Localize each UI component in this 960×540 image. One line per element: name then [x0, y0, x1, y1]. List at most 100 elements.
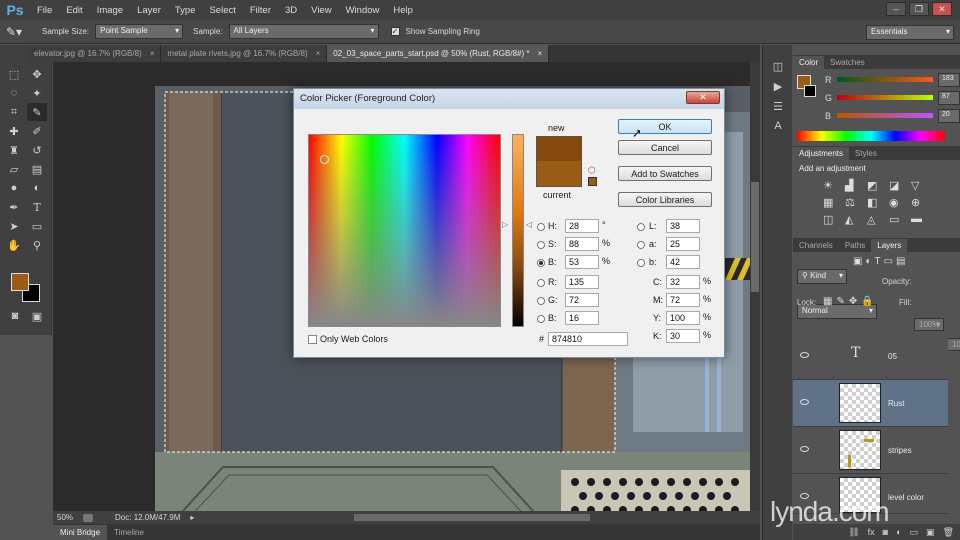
menu-window[interactable]: Window [339, 5, 387, 16]
layer-name[interactable]: stripes [888, 446, 912, 455]
marquee-tool-icon[interactable]: ⬚ [4, 65, 24, 83]
actions-panel-icon[interactable]: ▶ [768, 77, 788, 95]
eraser-tool-icon[interactable]: ▱ [4, 160, 24, 178]
hex-field[interactable]: 874810 [548, 332, 628, 346]
a-radio[interactable] [637, 241, 645, 249]
menu-image[interactable]: Image [90, 5, 130, 16]
h-field[interactable]: 28 [565, 219, 599, 233]
visibility-eye-icon[interactable] [800, 399, 809, 405]
curves-icon[interactable]: ◩ [867, 179, 885, 192]
slider-right-arrow-icon[interactable]: ◁ [526, 220, 532, 229]
only-web-colors-checkbox[interactable] [308, 335, 317, 344]
tab-space-parts[interactable]: 02_03_space_parts_start.psd @ 50% (Rust,… [327, 45, 550, 62]
photo-filter-icon[interactable]: ◉ [889, 196, 907, 209]
menu-select[interactable]: Select [202, 5, 242, 16]
slider-left-arrow-icon[interactable]: ▷ [502, 220, 508, 229]
black-white-icon[interactable]: ◧ [867, 196, 885, 209]
lab-b-radio[interactable] [637, 259, 645, 267]
vibrance-icon[interactable]: ▽ [911, 179, 929, 192]
blue-radio[interactable] [537, 315, 545, 323]
menu-view[interactable]: View [304, 5, 338, 16]
eyedropper-tool-icon[interactable]: ✎ [27, 103, 47, 121]
tab-close-icon[interactable]: × [316, 49, 321, 58]
menu-help[interactable]: Help [386, 5, 420, 16]
gradient-tool-icon[interactable]: ▤ [27, 160, 47, 178]
panel-background-swatch[interactable] [804, 85, 816, 97]
zoom-tool-icon[interactable]: ⚲ [27, 236, 47, 254]
tab-styles[interactable]: Styles [849, 147, 883, 160]
brightness-icon[interactable]: ☀ [823, 179, 841, 192]
quick-mask-icon[interactable]: ◙ [5, 307, 25, 325]
r-radio[interactable] [537, 279, 545, 287]
l-radio[interactable] [637, 223, 645, 231]
channel-mixer-icon[interactable]: ⊕ [911, 196, 929, 209]
r-field[interactable]: 135 [565, 275, 599, 289]
color-b-slider[interactable] [837, 113, 933, 118]
magic-wand-tool-icon[interactable]: ✦ [27, 84, 47, 102]
show-sampling-ring-checkbox[interactable]: ✓ [390, 27, 400, 36]
tab-timeline[interactable]: Timeline [107, 525, 151, 540]
tab-close-icon[interactable]: × [538, 49, 543, 58]
y-field[interactable]: 100 [666, 311, 700, 325]
l-field[interactable]: 38 [666, 219, 700, 233]
status-arrow-icon[interactable]: ▸ [190, 513, 194, 522]
posterize-icon[interactable]: ◭ [845, 213, 863, 226]
layer-row[interactable]: T 05 [793, 333, 948, 380]
dialog-close-button[interactable]: ✕ [686, 91, 720, 104]
threshold-icon[interactable]: ◬ [867, 213, 885, 226]
b-radio[interactable] [537, 259, 545, 267]
add-mask-icon[interactable]: ◙ [883, 527, 888, 537]
blur-tool-icon[interactable]: ● [4, 179, 24, 197]
visibility-eye-icon[interactable] [800, 352, 809, 358]
color-libraries-button[interactable]: Color Libraries [618, 192, 712, 207]
tab-mini-bridge[interactable]: Mini Bridge [53, 524, 108, 540]
color-g-field[interactable]: 87 [938, 91, 960, 105]
color-ramp[interactable] [797, 131, 945, 141]
path-selection-tool-icon[interactable]: ➤ [4, 217, 24, 235]
exposure-icon[interactable]: ◪ [889, 179, 907, 192]
layer-name[interactable]: level color [888, 493, 924, 502]
tab-layers[interactable]: Layers [871, 239, 908, 252]
hue-saturation-icon[interactable]: ▦ [823, 196, 841, 209]
vertical-scrollbar[interactable] [750, 62, 760, 522]
menu-3d[interactable]: 3D [278, 5, 304, 16]
history-brush-tool-icon[interactable]: ↺ [27, 141, 47, 159]
g-field[interactable]: 72 [565, 293, 599, 307]
brightness-slider[interactable] [512, 134, 524, 327]
layer-row[interactable]: Rust [793, 380, 948, 427]
fill-field[interactable]: 100% [946, 338, 960, 351]
tab-paths[interactable]: Paths [839, 239, 871, 252]
type-tool-icon[interactable]: T [27, 198, 47, 216]
menu-file[interactable]: File [30, 5, 59, 16]
s-radio[interactable] [537, 241, 545, 249]
selective-color-icon[interactable]: ▭ [889, 213, 907, 226]
lasso-tool-icon[interactable]: ◌ [4, 84, 24, 102]
clone-stamp-tool-icon[interactable]: ♜ [4, 141, 24, 159]
tab-adjustments[interactable]: Adjustments [793, 147, 850, 160]
status-info-icon[interactable] [83, 513, 94, 522]
color-balance-icon[interactable]: ⚖ [845, 196, 863, 209]
lock-icons[interactable]: ▦✎✥🔒 [823, 296, 878, 307]
menu-layer[interactable]: Layer [130, 5, 168, 16]
g-radio[interactable] [537, 297, 545, 305]
restore-button[interactable]: ❐ [909, 2, 929, 16]
character-panel-icon[interactable]: A [768, 117, 788, 135]
opacity-field[interactable]: 100% [914, 318, 945, 331]
levels-icon[interactable]: ▟ [845, 179, 863, 192]
tab-channels[interactable]: Channels [793, 239, 839, 252]
tab-color[interactable]: Color [793, 56, 825, 69]
menu-filter[interactable]: Filter [243, 5, 278, 16]
sample-size-select[interactable]: Point Sample [95, 24, 184, 39]
gradient-map-icon[interactable]: ▬ [911, 213, 929, 226]
color-field-cursor[interactable] [320, 155, 329, 164]
k-field[interactable]: 30 [666, 329, 700, 343]
minimize-button[interactable]: – [886, 2, 906, 16]
screen-mode-icon[interactable]: ▣ [27, 307, 47, 325]
zoom-level[interactable]: 50% [57, 513, 73, 522]
tab-swatches[interactable]: Swatches [824, 56, 871, 69]
new-adjustment-icon[interactable]: ◐ [896, 527, 901, 537]
visibility-eye-icon[interactable] [800, 446, 809, 452]
web-safe-swatch[interactable] [588, 177, 597, 186]
shape-tool-icon[interactable]: ▭ [27, 217, 47, 235]
menu-type[interactable]: Type [168, 5, 203, 16]
